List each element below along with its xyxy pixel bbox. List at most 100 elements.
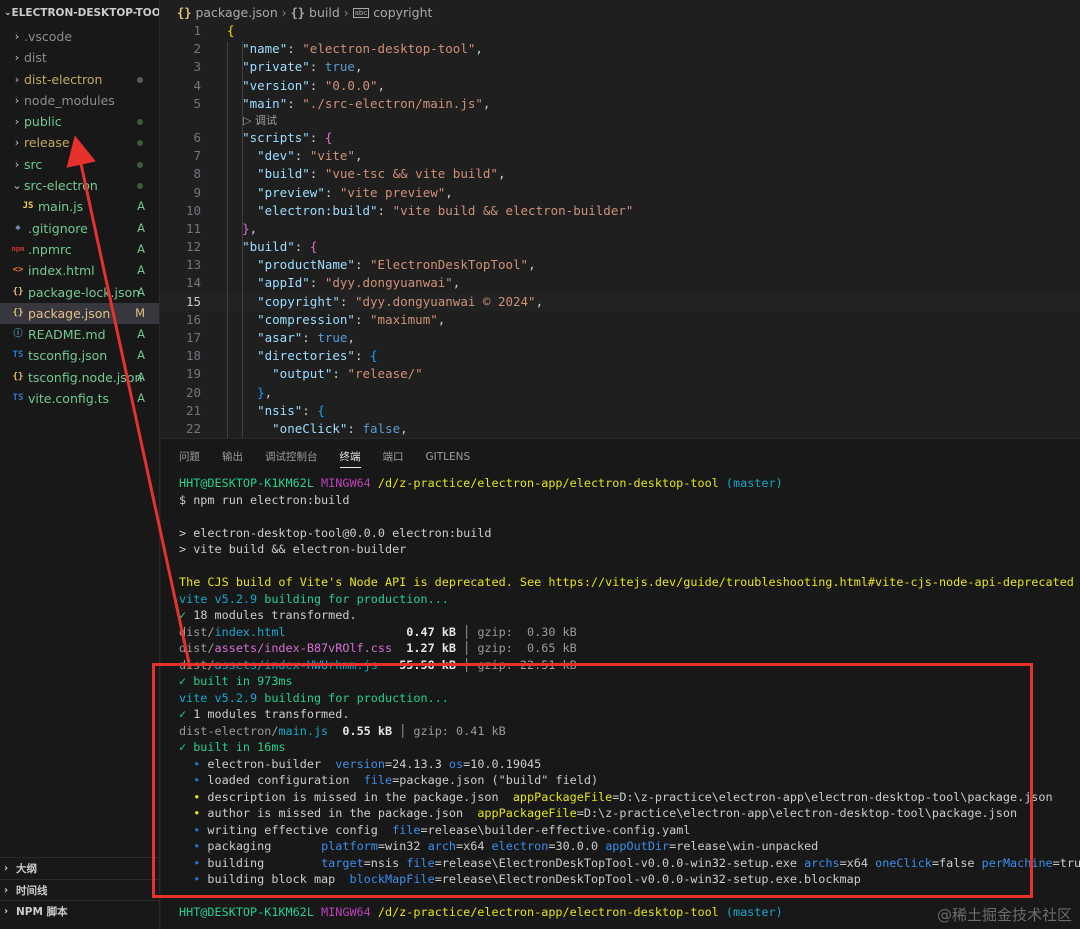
- timeline-section[interactable]: › 时间线: [0, 879, 159, 901]
- tree-item-npmrc[interactable]: npm .npmrc A: [0, 239, 159, 260]
- html-file-icon: <>: [12, 265, 24, 276]
- tree-item-release[interactable]: › release: [0, 132, 159, 153]
- terminal-segment: │ gzip: 22.51 kB: [456, 657, 577, 672]
- tree-item-tsconfig-json[interactable]: TS tsconfig.json A: [0, 345, 159, 366]
- terminal-segment: $ npm run electron:build: [179, 492, 350, 507]
- tree-item-label: .npmrc: [28, 241, 72, 257]
- code-token: :: [354, 348, 371, 364]
- code-token: "oneClick": [272, 420, 348, 436]
- tree-item-label: tsconfig.node.json: [28, 369, 143, 385]
- tree-item-index-html[interactable]: <> index.html A: [0, 260, 159, 281]
- indent-guide: [242, 42, 243, 438]
- terminal-segment: author is missed in the package.json: [207, 806, 478, 820]
- terminal-segment: > vite build && electron-builder: [179, 542, 407, 556]
- tree-item-tsconfig-node-json[interactable]: {} tsconfig.node.json A: [0, 367, 159, 388]
- code-lines[interactable]: 1{2 "name": "electron-desktop-tool", 3 "p…: [161, 22, 1080, 438]
- code-token: "vue-tsc && vite build": [324, 166, 498, 182]
- code-token: }: [242, 220, 250, 236]
- code-text: "build": "vue-tsc && vite build",: [227, 165, 505, 183]
- code-line[interactable]: 3 "private": true,: [161, 58, 1080, 76]
- panel-tab[interactable]: 问题: [179, 439, 200, 475]
- code-line[interactable]: 6 "scripts": {: [161, 129, 1080, 147]
- code-token: "vite preview": [339, 184, 446, 200]
- code-line[interactable]: 9 "preview": "vite preview",: [161, 184, 1080, 202]
- tree-item-src[interactable]: › src: [0, 154, 159, 175]
- git-decoration-dot: [137, 161, 143, 168]
- terminal-segment: dist/: [179, 641, 215, 655]
- code-line[interactable]: 19 "output": "release/": [161, 365, 1080, 383]
- terminal-segment: =x64: [456, 839, 492, 853]
- code-line[interactable]: 12 "build": {: [161, 238, 1080, 256]
- code-line[interactable]: 2 "name": "electron-desktop-tool",: [161, 40, 1080, 58]
- tree-item-vscode[interactable]: › .vscode: [0, 26, 159, 47]
- line-number: 20: [185, 384, 201, 400]
- tree-item-main-js[interactable]: JS main.js A: [0, 196, 159, 217]
- terminal-segment: writing effective config: [207, 822, 393, 837]
- tree-item-node-modules[interactable]: › node_modules: [0, 90, 159, 111]
- terminal-segment: =D:\z-practice\electron-app\electron-des…: [612, 789, 1053, 804]
- code-token: "asar": [257, 330, 303, 345]
- tree-item-src-electron[interactable]: ⌄ src-electron: [0, 175, 159, 196]
- panel-tab[interactable]: 端口: [383, 439, 404, 475]
- panel-tab[interactable]: GITLENS: [426, 439, 471, 475]
- info-icon: ⓘ: [13, 329, 23, 340]
- code-line[interactable]: 11 },: [161, 220, 1080, 238]
- codelens-debug[interactable]: ▷ 调试: [161, 113, 1080, 129]
- tree-item-package-json[interactable]: {} package.json M: [0, 302, 159, 325]
- code-token: :: [309, 166, 325, 182]
- line-number: 9: [193, 184, 201, 200]
- outline-section[interactable]: › 大纲: [0, 857, 159, 879]
- terminal-segment: HHT@DESKTOP-K1KM62L: [179, 905, 322, 919]
- code-token: "dyy.dongyuanwai": [324, 275, 453, 291]
- code-line[interactable]: 20 },: [161, 384, 1080, 402]
- panel-tab[interactable]: 调试控制台: [265, 439, 318, 475]
- code-token: true: [317, 330, 348, 345]
- tree-item-gitignore[interactable]: ◆ .gitignore A: [0, 218, 159, 239]
- terminal-line: HHT@DESKTOP-K1KM62L MINGW64 /d/z-practic…: [179, 475, 1079, 492]
- terminal-segment: =30.0.0: [548, 839, 606, 853]
- code-token: "private": [242, 59, 310, 75]
- terminal-segment: =D:\z-practice\electron-app\electron-des…: [576, 806, 1018, 820]
- code-line[interactable]: 8 "build": "vue-tsc && vite build",: [161, 165, 1080, 183]
- code-line[interactable]: 10 "electron:build": "vite build && elec…: [161, 202, 1080, 220]
- code-line[interactable]: 21 "nsis": {: [161, 402, 1080, 420]
- code-line[interactable]: 4 "version": "0.0.0",: [161, 77, 1080, 95]
- code-line[interactable]: 22 "oneClick": false,: [161, 420, 1080, 438]
- code-line[interactable]: 14 "appId": "dyy.dongyuanwai",: [161, 274, 1080, 292]
- code-line[interactable]: 18 "directories": {: [161, 347, 1080, 365]
- npm-scripts-section[interactable]: › NPM 脚本: [0, 900, 159, 922]
- terminal-segment: │ gzip: 0.41 kB: [392, 723, 506, 738]
- code-token: :: [309, 275, 325, 291]
- tree-item-public[interactable]: › public: [0, 111, 159, 132]
- code-token: "dyy.dongyuanwai © 2024": [354, 293, 536, 309]
- code-token: ,: [347, 330, 355, 345]
- code-token: {: [317, 402, 325, 418]
- terminal-segment: target: [321, 855, 364, 870]
- code-line[interactable]: 16 "compression": "maximum",: [161, 311, 1080, 329]
- code-line[interactable]: 17 "asar": true,: [161, 329, 1080, 347]
- code-line[interactable]: 15 "copyright": "dyy.dongyuanwai © 2024"…: [161, 292, 1080, 311]
- terminal-output[interactable]: HHT@DESKTOP-K1KM62L MINGW64 /d/z-practic…: [179, 475, 1080, 921]
- code-token: :: [377, 202, 393, 218]
- tree-item-readme-md[interactable]: ⓘ README.md A: [0, 324, 159, 345]
- tree-item-vite-config-ts[interactable]: TS vite.config.ts A: [0, 388, 159, 409]
- terminal-segment: =package.json ("build" field): [392, 773, 599, 787]
- panel-tab[interactable]: 终端: [339, 439, 361, 475]
- tree-item-package-lock-json[interactable]: {} package-lock.json A: [0, 282, 159, 303]
- chevron-right-icon: ›: [14, 30, 20, 43]
- terminal-segment: •: [179, 872, 208, 886]
- terminal-segment: 1 modules transformed.: [193, 707, 350, 721]
- code-line[interactable]: 5 "main": "./src-electron/main.js",: [161, 95, 1080, 113]
- panel-tab[interactable]: 输出: [222, 439, 243, 475]
- code-token: ,: [354, 148, 363, 164]
- code-editor[interactable]: {} package.json › {} build › abc copyrig…: [161, 0, 1080, 438]
- tree-item-dist[interactable]: › dist: [0, 47, 159, 68]
- code-token: :: [309, 59, 325, 75]
- code-line[interactable]: 13 "productName": "ElectronDeskTopTool",: [161, 256, 1080, 274]
- code-line[interactable]: 1{: [161, 22, 1080, 40]
- terminal-segment: os: [448, 756, 464, 771]
- code-line[interactable]: 7 "dev": "vite",: [161, 147, 1080, 165]
- tree-item-dist-electron[interactable]: › dist-electron: [0, 69, 159, 90]
- explorer-title[interactable]: ⌄ ELECTRON-DESKTOP-TOOL: [0, 0, 159, 26]
- code-token: "productName": [257, 257, 355, 273]
